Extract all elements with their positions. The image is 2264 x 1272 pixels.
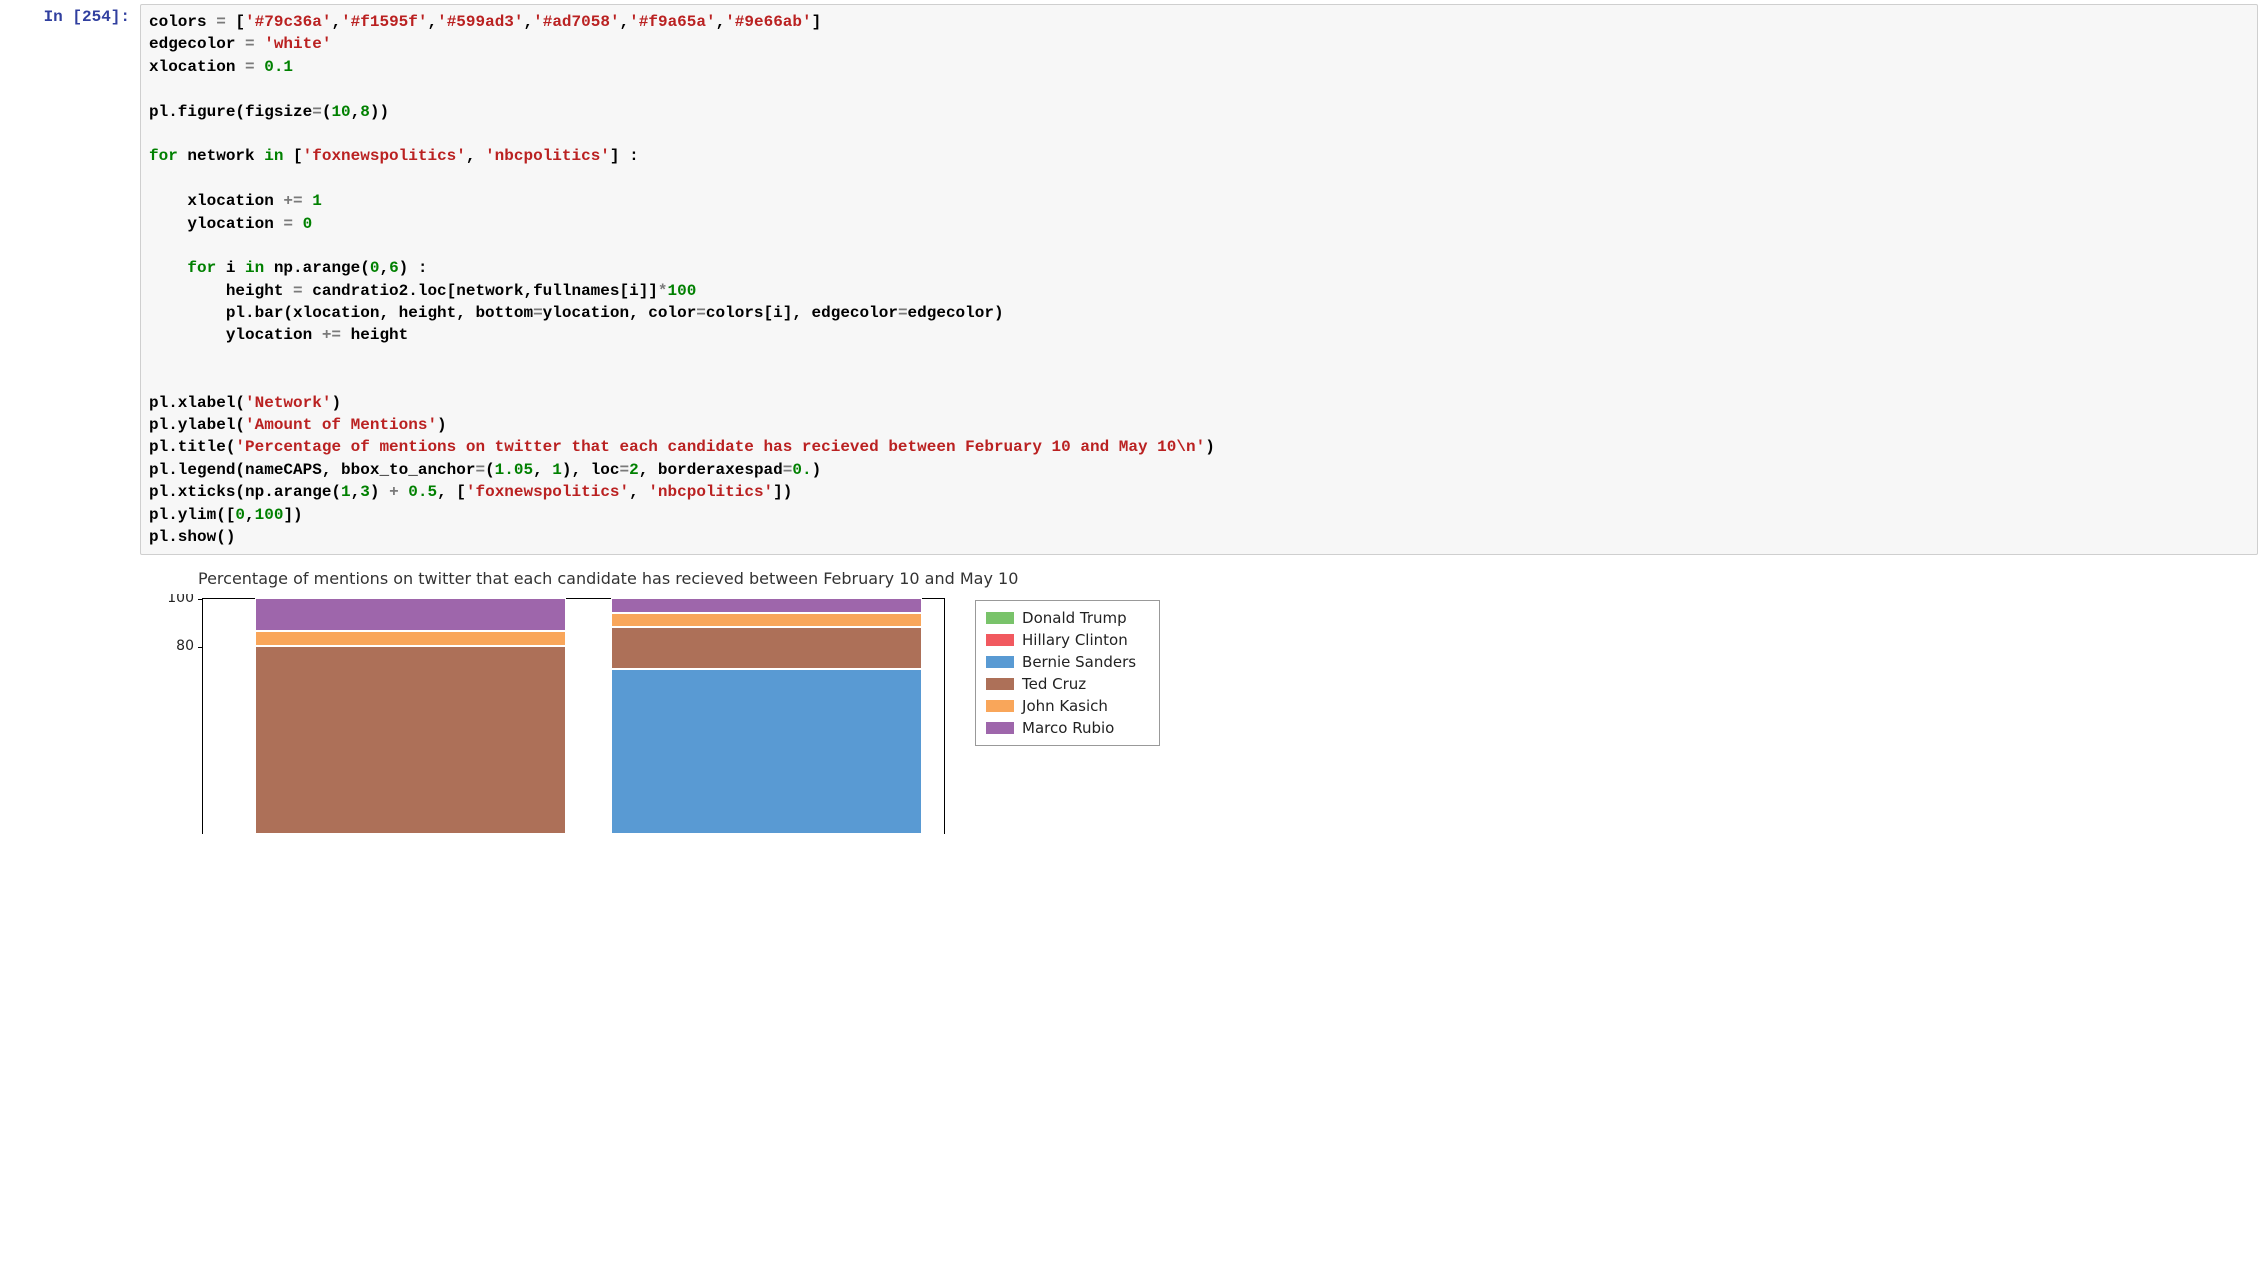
code-input-area[interactable]: colors = ['#79c36a','#f1595f','#599ad3',… xyxy=(140,4,2258,555)
bar-column xyxy=(255,598,566,834)
plot-area xyxy=(202,598,945,834)
chart-title: Percentage of mentions on twitter that e… xyxy=(160,569,1160,588)
bar-column xyxy=(611,598,922,834)
legend-item: Donald Trump xyxy=(986,607,1149,629)
legend: Donald Trump Hillary Clinton Bernie Sander… xyxy=(975,600,1160,746)
legend-label: Hillary Clinton xyxy=(1022,631,1128,649)
bar-segment xyxy=(255,631,566,645)
legend-swatch xyxy=(986,634,1014,646)
output-prompt-spacer xyxy=(0,565,140,834)
bar-segment xyxy=(611,613,922,627)
ytick-100: 100 xyxy=(167,594,194,606)
legend-item: Bernie Sanders xyxy=(986,651,1149,673)
bar-segment xyxy=(255,598,566,631)
legend-swatch xyxy=(986,700,1014,712)
legend-label: Marco Rubio xyxy=(1022,719,1114,737)
legend-label: Ted Cruz xyxy=(1022,675,1086,693)
bar-segment xyxy=(255,646,566,835)
input-prompt-label: In [254]: xyxy=(44,8,130,26)
notebook-code-cell: In [254]: colors = ['#79c36a','#f1595f',… xyxy=(0,0,2264,559)
legend-swatch xyxy=(986,722,1014,734)
input-prompt: In [254]: xyxy=(0,0,140,559)
bar-segment xyxy=(611,598,922,612)
bar-segment xyxy=(611,669,922,834)
legend-item: Hillary Clinton xyxy=(986,629,1149,651)
plot-axes: 100 80 xyxy=(160,594,945,834)
legend-label: Donald Trump xyxy=(1022,609,1127,627)
legend-item: Marco Rubio xyxy=(986,717,1149,739)
legend-swatch xyxy=(986,656,1014,668)
legend-label: John Kasich xyxy=(1022,697,1108,715)
legend-label: Bernie Sanders xyxy=(1022,653,1136,671)
code-text[interactable]: colors = ['#79c36a','#f1595f','#599ad3',… xyxy=(149,11,2249,548)
legend-item: Ted Cruz xyxy=(986,673,1149,695)
stacked-bars xyxy=(203,599,944,834)
ytick-80: 80 xyxy=(176,638,194,654)
notebook-output-cell: Percentage of mentions on twitter that e… xyxy=(0,565,2264,834)
legend-item: John Kasich xyxy=(986,695,1149,717)
output-body: Percentage of mentions on twitter that e… xyxy=(140,565,2264,834)
bar-segment xyxy=(611,627,922,669)
legend-swatch xyxy=(986,678,1014,690)
legend-swatch xyxy=(986,612,1014,624)
y-axis: 100 80 xyxy=(160,594,200,834)
chart-figure: Percentage of mentions on twitter that e… xyxy=(160,569,1160,834)
